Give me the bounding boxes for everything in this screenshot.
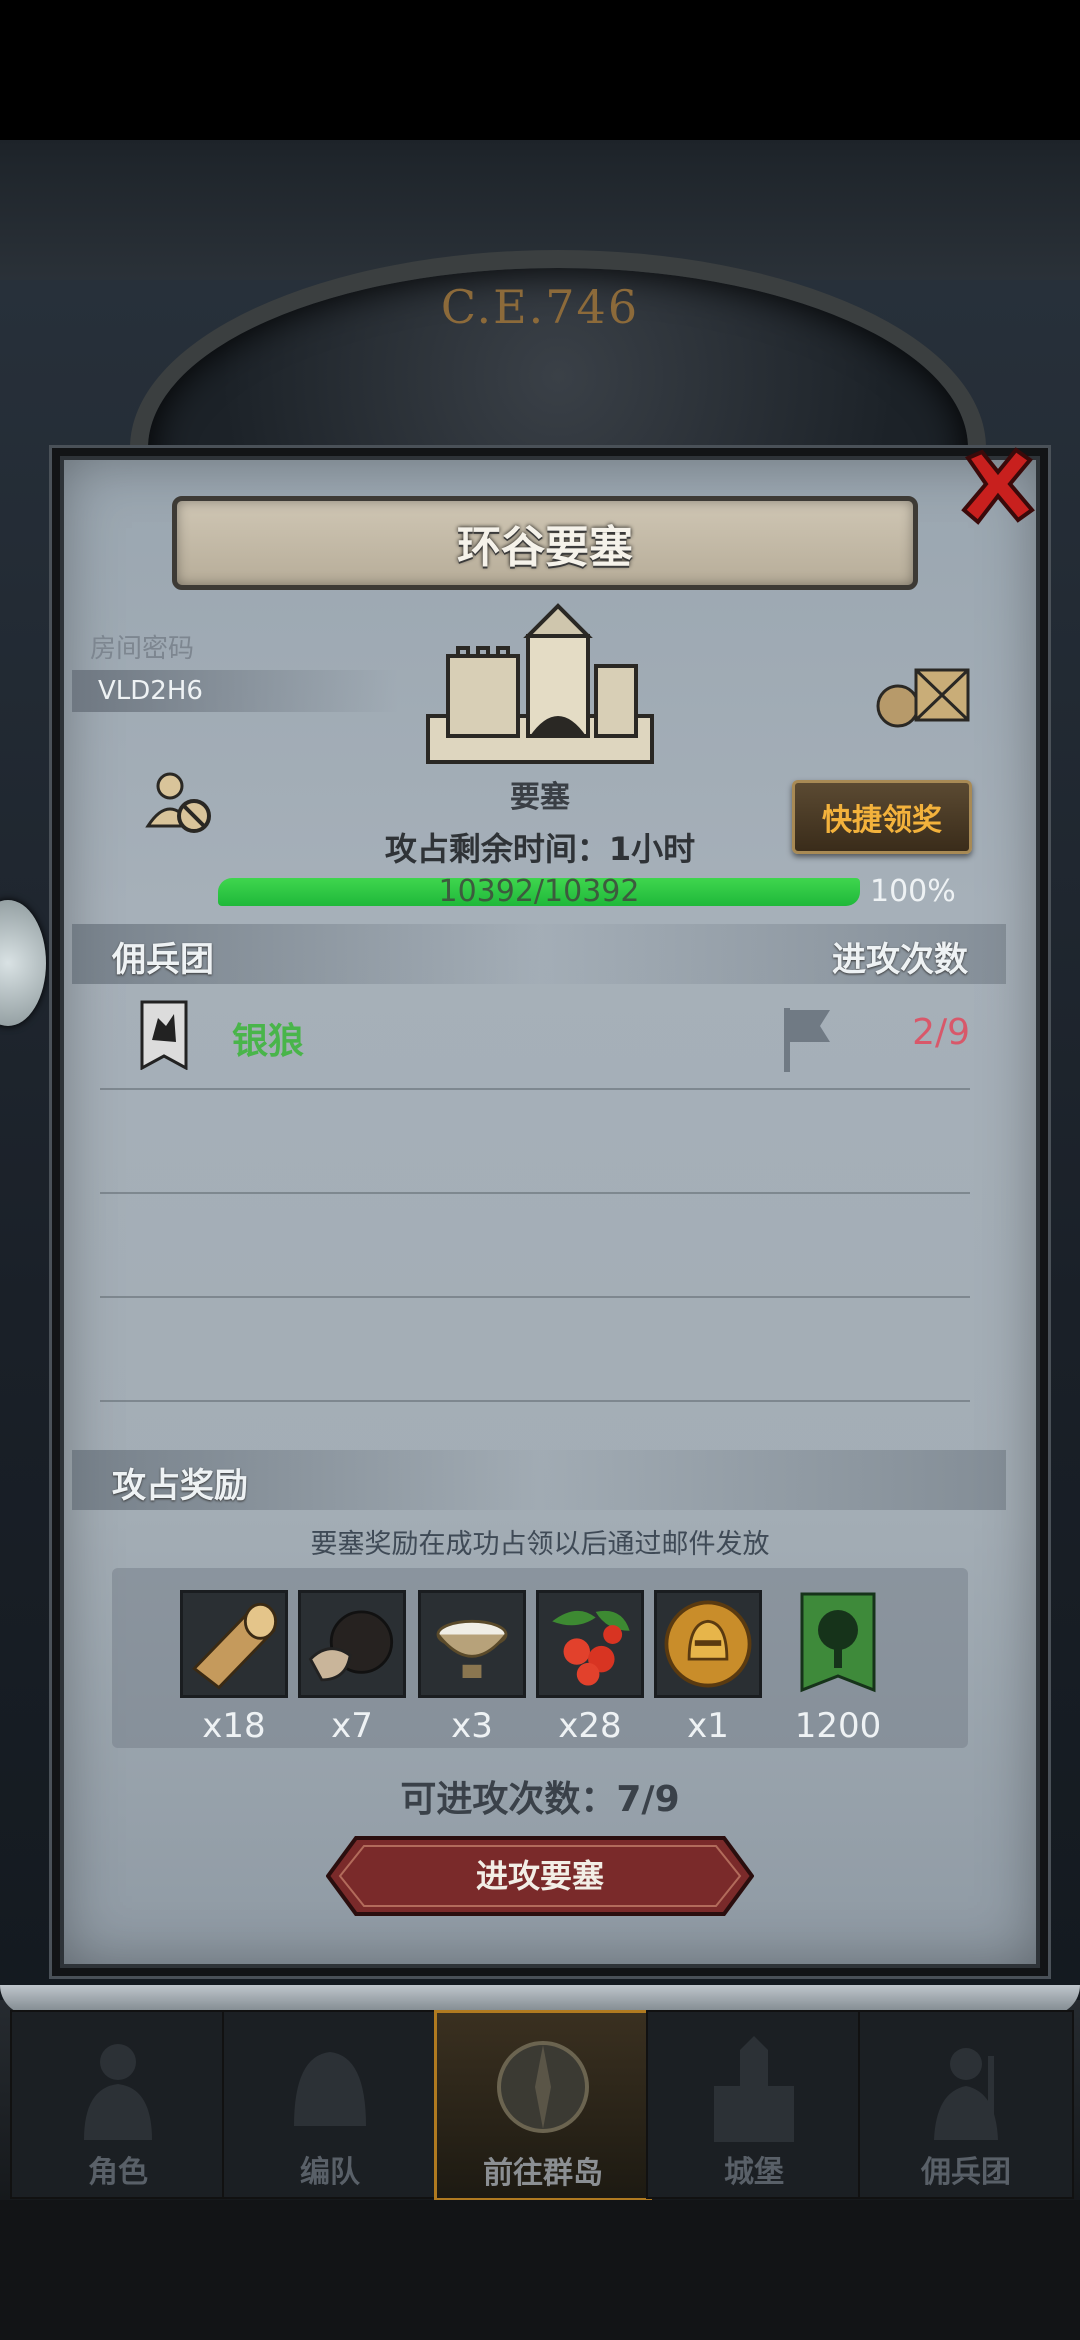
truffle-icon — [298, 1590, 406, 1698]
dialog-title: 环谷要塞 — [457, 522, 633, 573]
nav-item-islands[interactable]: 前往群岛 — [434, 2010, 652, 2201]
mercenary-name: 银狼 — [232, 1021, 305, 1062]
attack-fortress-button[interactable]: 进攻要塞 — [325, 1836, 755, 1916]
nav-label: 前往群岛 — [483, 2156, 603, 2191]
reward-qty: x28 — [558, 1706, 622, 1746]
flag-icon — [784, 1008, 830, 1072]
nav-label: 佣兵团 — [921, 2155, 1011, 2190]
table-row-empty — [100, 1296, 970, 1402]
green-tree-banner-icon — [800, 1592, 876, 1693]
room-password-value[interactable]: VLD2H6 — [72, 670, 398, 712]
attacks-remaining: 可进攻次数：7/9 — [400, 1779, 680, 1820]
compass-icon — [497, 2041, 589, 2133]
close-icon[interactable] — [958, 446, 1038, 526]
milk-bowl-icon — [418, 1590, 526, 1698]
reward-item[interactable]: x28 — [536, 1590, 644, 1746]
nav-item-castle[interactable]: 城堡 — [646, 2010, 862, 2199]
castle-icon — [714, 2036, 794, 2142]
reward-qty: x1 — [687, 1706, 729, 1746]
table-row[interactable]: 银狼 2/9 — [100, 984, 970, 1090]
crate-sack-icon[interactable] — [876, 656, 972, 728]
nav-item-mercenary[interactable]: 佣兵团 — [858, 2010, 1074, 2199]
nav-item-formation[interactable]: 编队 — [222, 2010, 438, 2199]
nav-item-character[interactable]: 角色 — [10, 2010, 226, 2199]
gold-helmet-coin-icon — [654, 1590, 762, 1698]
reward-qty: x3 — [451, 1706, 493, 1746]
title-plate: 环谷要塞 — [172, 496, 918, 590]
mercenary-attack-count: 2/9 — [912, 1012, 970, 1053]
nav-label: 城堡 — [724, 2155, 784, 2190]
col-attack-count: 进攻次数 — [832, 940, 968, 980]
col-mercenary: 佣兵团 — [112, 940, 214, 980]
reward-item[interactable]: 1200 — [784, 1590, 892, 1746]
reward-qty: x7 — [331, 1706, 373, 1746]
reward-qty: 1200 — [794, 1706, 882, 1746]
knight-icon — [84, 2044, 152, 2140]
reward-item[interactable]: x18 — [180, 1590, 288, 1746]
table-row-empty — [100, 1192, 970, 1298]
era-label: C.E.746 — [440, 280, 640, 334]
nav-label: 角色 — [88, 2155, 148, 2190]
fortress-hp-percent: 100% — [870, 874, 956, 909]
rewards-title: 攻占奖励 — [112, 1466, 248, 1506]
fortress-icon — [426, 603, 654, 764]
helmet-icon — [294, 2052, 366, 2126]
occupy-time-left: 攻占剩余时间：1小时 — [384, 830, 696, 868]
system-nav-area — [0, 2200, 1080, 2340]
reward-item[interactable]: x7 — [298, 1590, 406, 1746]
berries-icon — [536, 1590, 644, 1698]
reward-item[interactable]: x1 — [654, 1590, 762, 1746]
nav-label: 编队 — [300, 2155, 360, 2190]
wood-log-icon — [180, 1590, 288, 1698]
table-row-empty — [100, 1088, 970, 1194]
fortress-hp-text: 10392/10392 — [438, 874, 640, 909]
status-bar — [0, 0, 1080, 140]
rewards-note: 要塞奖励在成功占领以后通过邮件发放 — [310, 1529, 770, 1560]
wolf-banner-icon — [140, 1000, 188, 1070]
mercenary-table-header: 佣兵团 进攻次数 — [72, 924, 1006, 984]
rewards-header: 攻占奖励 — [72, 1450, 1006, 1510]
room-password-label: 房间密码 — [90, 634, 195, 664]
reward-qty: x18 — [202, 1706, 266, 1746]
attack-button-label: 进攻要塞 — [475, 1857, 604, 1895]
mercenary-icon — [934, 2048, 998, 2140]
reward-item[interactable]: x3 — [418, 1590, 526, 1746]
